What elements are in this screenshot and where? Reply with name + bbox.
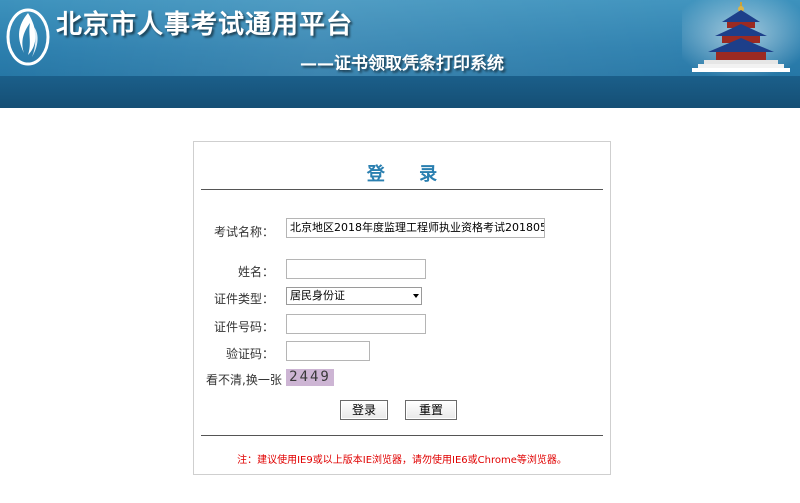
login-title: 登 录 bbox=[366, 164, 452, 185]
divider-bottom bbox=[201, 435, 603, 436]
site-header: 北京市人事考试通用平台 ——证书领取凭条打印系统 bbox=[0, 0, 800, 108]
reset-button[interactable]: 重置 bbox=[405, 400, 457, 420]
login-panel: 登 录 考试名称： 北京地区2018年度监理工程师执业资格考试201805 姓名… bbox=[193, 141, 611, 475]
name-input[interactable] bbox=[286, 259, 426, 279]
temple-of-heaven-icon bbox=[682, 0, 800, 76]
exam-name-label: 考试名称： bbox=[214, 225, 275, 239]
login-button[interactable]: 登录 bbox=[340, 400, 388, 420]
id-type-selected: 居民身份证 bbox=[290, 289, 345, 302]
site-title: 北京市人事考试通用平台 bbox=[56, 10, 354, 40]
site-subtitle: ——证书领取凭条打印系统 bbox=[300, 54, 504, 74]
id-number-label: 证件号码： bbox=[214, 320, 275, 334]
exam-name-field[interactable]: 北京地区2018年度监理工程师执业资格考试201805 bbox=[286, 218, 545, 238]
divider-top bbox=[201, 189, 603, 190]
captcha-image[interactable]: 2449 bbox=[286, 369, 334, 386]
header-band bbox=[0, 76, 800, 108]
captcha-label: 验证码： bbox=[225, 347, 274, 361]
browser-note: 注：建议使用IE9或以上版本IE浏览器，请勿使用IE6或Chrome等浏览器。 bbox=[237, 455, 567, 466]
id-type-select[interactable]: 居民身份证 bbox=[286, 287, 422, 305]
id-type-label: 证件类型： bbox=[214, 292, 275, 306]
chevron-down-icon bbox=[413, 294, 419, 298]
captcha-input[interactable] bbox=[286, 341, 370, 361]
id-number-input[interactable] bbox=[286, 314, 426, 334]
flame-logo-icon bbox=[6, 8, 50, 66]
captcha-refresh-link[interactable]: 看不清,换一张 bbox=[206, 371, 282, 388]
name-label: 姓名： bbox=[237, 265, 274, 279]
